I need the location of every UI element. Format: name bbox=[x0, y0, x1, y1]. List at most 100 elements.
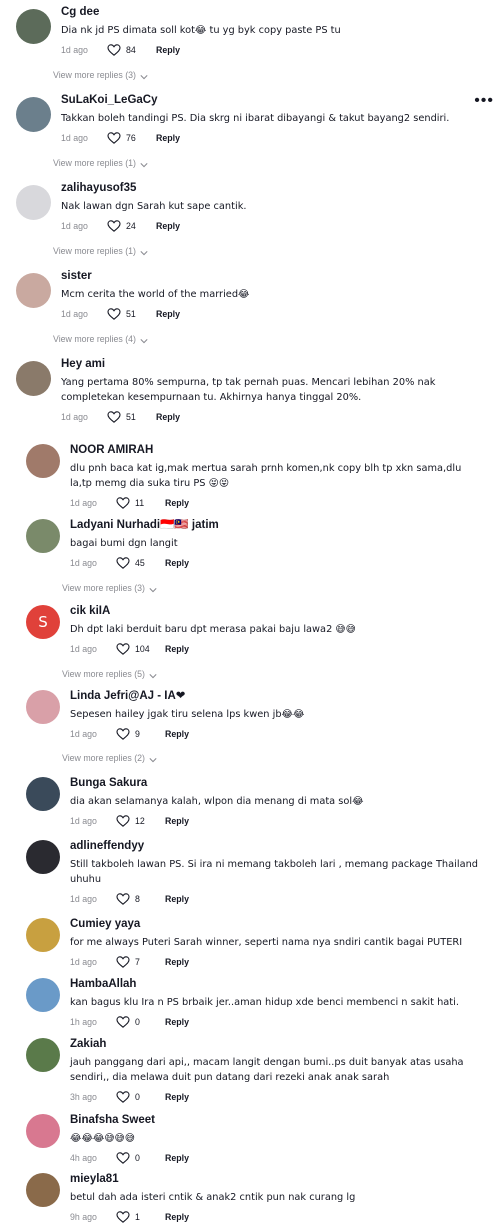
username[interactable]: NOOR AMIRAH bbox=[70, 443, 480, 458]
view-more-replies-button[interactable]: View more replies (5) bbox=[62, 669, 157, 679]
heart-outline-icon[interactable] bbox=[116, 1016, 130, 1028]
username[interactable]: cik kiIA bbox=[70, 604, 480, 619]
heart-outline-icon[interactable] bbox=[116, 956, 130, 968]
view-more-replies-button[interactable]: View more replies (3) bbox=[62, 583, 157, 593]
view-more-replies-button[interactable]: View more replies (1) bbox=[53, 246, 148, 256]
heart-outline-icon[interactable] bbox=[107, 220, 121, 232]
reply-button[interactable]: Reply bbox=[165, 1153, 189, 1163]
username[interactable]: Ladyani Nurhadi🇮🇩🇲🇾 jatim bbox=[70, 518, 480, 533]
username[interactable]: zalihayusof35 bbox=[61, 181, 480, 196]
comment-text: Dh dpt laki berduit baru dpt merasa paka… bbox=[70, 624, 356, 635]
like-count: 104 bbox=[135, 644, 150, 654]
comment-meta: 3h ago 0 Reply bbox=[70, 1089, 480, 1105]
timestamp: 1d ago bbox=[70, 816, 97, 826]
comment-meta: 1h ago 0 Reply bbox=[70, 1014, 480, 1030]
comment-text: dlu pnh baca kat ig,mak mertua sarah prn… bbox=[70, 463, 462, 489]
view-more-label: View more replies (1) bbox=[53, 246, 136, 256]
avatar[interactable] bbox=[16, 273, 51, 308]
view-more-replies-button[interactable]: View more replies (1) bbox=[53, 158, 148, 168]
reply-button[interactable]: Reply bbox=[156, 45, 180, 55]
avatar[interactable] bbox=[26, 777, 60, 811]
like-count: 8 bbox=[135, 894, 140, 904]
username[interactable]: Zakiah bbox=[70, 1037, 480, 1052]
avatar[interactable] bbox=[26, 1114, 60, 1148]
heart-outline-icon[interactable] bbox=[116, 1091, 130, 1103]
username[interactable]: Cg dee bbox=[61, 5, 480, 20]
view-more-replies-button[interactable]: View more replies (3) bbox=[53, 70, 148, 80]
reply-button[interactable]: Reply bbox=[165, 558, 189, 568]
reply-button[interactable]: Reply bbox=[156, 221, 180, 231]
heart-outline-icon[interactable] bbox=[116, 557, 130, 569]
comment-body: Cumiey yaya for me always Puteri Sarah wi… bbox=[70, 917, 480, 970]
username[interactable]: Hey ami bbox=[61, 357, 480, 372]
avatar[interactable] bbox=[26, 978, 60, 1012]
heart-outline-icon[interactable] bbox=[116, 1211, 130, 1223]
like-count: 11 bbox=[135, 498, 145, 508]
heart-outline-icon[interactable] bbox=[107, 132, 121, 144]
reply-button[interactable]: Reply bbox=[165, 816, 189, 826]
heart-outline-icon[interactable] bbox=[107, 411, 121, 423]
reply-button[interactable]: Reply bbox=[165, 1017, 189, 1027]
avatar[interactable] bbox=[26, 918, 60, 952]
like-count: 51 bbox=[126, 309, 136, 319]
view-more-label: View more replies (5) bbox=[62, 669, 145, 679]
timestamp: 1d ago bbox=[70, 729, 97, 739]
avatar[interactable] bbox=[26, 840, 60, 874]
view-more-label: View more replies (4) bbox=[53, 334, 136, 344]
username[interactable]: Cumiey yaya bbox=[70, 917, 480, 932]
like-count: 0 bbox=[135, 1153, 140, 1163]
comment-body: Bunga Sakura dia akan selamanya kalah, wl… bbox=[70, 776, 480, 829]
comment-body: mieyla81 betul dah ada isteri cntik & ana… bbox=[70, 1172, 480, 1225]
avatar[interactable] bbox=[26, 444, 60, 478]
reply-button[interactable]: Reply bbox=[165, 1212, 189, 1222]
view-more-replies-button[interactable]: View more replies (2) bbox=[62, 753, 157, 763]
avatar[interactable] bbox=[16, 9, 51, 44]
comment-text: Nak lawan dgn Sarah kut sape cantik. bbox=[61, 201, 247, 212]
username[interactable]: adlineffendyy bbox=[70, 839, 480, 854]
heart-outline-icon[interactable] bbox=[116, 728, 130, 740]
reply-button[interactable]: Reply bbox=[165, 1092, 189, 1102]
heart-outline-icon[interactable] bbox=[116, 643, 130, 655]
reply-button[interactable]: Reply bbox=[156, 412, 180, 422]
avatar[interactable] bbox=[26, 690, 60, 724]
username[interactable]: HambaAllah bbox=[70, 977, 480, 992]
avatar[interactable] bbox=[16, 97, 51, 132]
reply-button[interactable]: Reply bbox=[165, 644, 189, 654]
avatar[interactable]: S bbox=[26, 605, 60, 639]
reply-button[interactable]: Reply bbox=[165, 957, 189, 967]
comment-meta: 1d ago 11 Reply bbox=[70, 495, 480, 511]
reply-button[interactable]: Reply bbox=[165, 498, 189, 508]
heart-outline-icon[interactable] bbox=[107, 44, 121, 56]
timestamp: 1d ago bbox=[70, 644, 97, 654]
reply-button[interactable]: Reply bbox=[165, 894, 189, 904]
username[interactable]: sister bbox=[61, 269, 480, 284]
view-more-replies-button[interactable]: View more replies (4) bbox=[53, 334, 148, 344]
comment-meta: 1d ago 8 Reply bbox=[70, 891, 480, 907]
avatar[interactable] bbox=[16, 185, 51, 220]
heart-outline-icon[interactable] bbox=[116, 1152, 130, 1164]
reply-button[interactable]: Reply bbox=[156, 309, 180, 319]
avatar[interactable] bbox=[26, 1173, 60, 1207]
reply-button[interactable]: Reply bbox=[165, 729, 189, 739]
avatar[interactable] bbox=[16, 361, 51, 396]
username[interactable]: Linda Jefri@AJ - IA❤ bbox=[70, 689, 480, 704]
chevron-down-icon bbox=[149, 585, 157, 593]
avatar[interactable] bbox=[26, 519, 60, 553]
comment-text: betul dah ada isteri cntik & anak2 cntik… bbox=[70, 1192, 356, 1203]
username[interactable]: Bunga Sakura bbox=[70, 776, 480, 791]
username[interactable]: Binafsha Sweet bbox=[70, 1113, 480, 1128]
comment-meta: 1d ago 84 Reply bbox=[61, 42, 480, 58]
comment-meta: 1d ago 9 Reply bbox=[70, 726, 480, 742]
timestamp: 1d ago bbox=[70, 894, 97, 904]
heart-outline-icon[interactable] bbox=[116, 815, 130, 827]
more-options-icon[interactable]: ••• bbox=[474, 93, 494, 109]
heart-outline-icon[interactable] bbox=[116, 893, 130, 905]
like-count: 1 bbox=[135, 1212, 140, 1222]
username[interactable]: SuLaKoi_LeGaCy bbox=[61, 93, 480, 108]
reply-button[interactable]: Reply bbox=[156, 133, 180, 143]
heart-outline-icon[interactable] bbox=[116, 497, 130, 509]
heart-outline-icon[interactable] bbox=[107, 308, 121, 320]
avatar[interactable] bbox=[26, 1038, 60, 1072]
comment-text: Still takboleh lawan PS. Si ira ni meman… bbox=[70, 859, 479, 885]
username[interactable]: mieyla81 bbox=[70, 1172, 480, 1187]
